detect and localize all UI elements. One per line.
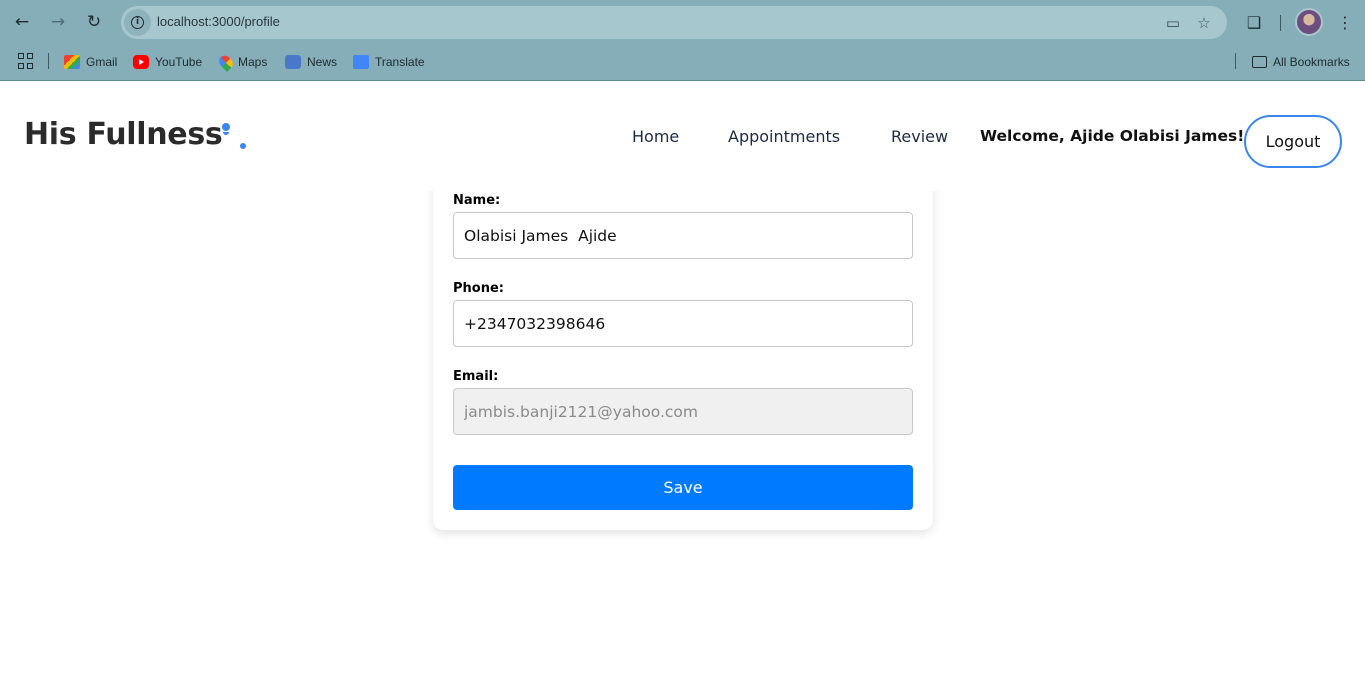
bookmark-label: News xyxy=(307,55,338,69)
menu-kebab-icon[interactable]: ⋮ xyxy=(1333,10,1357,34)
site-info-icon[interactable]: i xyxy=(124,9,151,36)
bookmark-translate[interactable]: Translate xyxy=(353,51,425,73)
all-bookmarks-label: All Bookmarks xyxy=(1273,55,1350,69)
save-button[interactable]: Save xyxy=(453,465,913,510)
bookmark-gmail[interactable]: Gmail xyxy=(64,51,117,73)
brand-dot-icon xyxy=(240,143,246,149)
bookmark-label: Maps xyxy=(238,55,268,69)
bookmark-label: Translate xyxy=(375,55,425,69)
youtube-icon xyxy=(133,55,149,69)
toolbar-divider xyxy=(1280,15,1281,31)
email-label: Email: xyxy=(453,369,499,384)
bookmark-label: YouTube xyxy=(155,55,203,69)
name-label: Name: xyxy=(453,193,501,208)
apps-grid-icon[interactable] xyxy=(18,53,34,69)
reload-icon[interactable]: ↻ xyxy=(81,9,107,35)
address-bar-url[interactable]: localhost:3000/profile xyxy=(157,14,280,29)
translate-icon xyxy=(353,55,369,69)
brand-dot-icon xyxy=(222,123,230,131)
maps-icon xyxy=(216,52,236,72)
install-app-icon[interactable]: ▭ xyxy=(1162,12,1184,34)
nav-home[interactable]: Home xyxy=(632,127,679,146)
name-field[interactable] xyxy=(453,212,913,259)
extensions-icon[interactable]: ❑ xyxy=(1242,10,1266,34)
logout-button[interactable]: Logout xyxy=(1244,115,1342,168)
phone-field[interactable] xyxy=(453,300,913,347)
forward-icon[interactable]: → xyxy=(45,9,71,35)
profile-avatar[interactable] xyxy=(1295,8,1323,36)
nav-appointments[interactable]: Appointments xyxy=(728,127,840,146)
brand-logo-text[interactable]: His Fullness xyxy=(24,117,223,152)
news-icon xyxy=(285,55,301,69)
brand-dot-icon xyxy=(223,132,229,135)
welcome-message: Welcome, Ajide Olabisi James! xyxy=(980,127,1245,145)
bookmark-label: Gmail xyxy=(86,55,118,69)
bookmark-news[interactable]: News xyxy=(285,51,337,73)
gmail-icon xyxy=(64,55,80,69)
back-icon[interactable]: ← xyxy=(9,9,35,35)
nav-review[interactable]: Review xyxy=(891,127,948,146)
bookmarks-divider xyxy=(1235,53,1236,69)
bookmarks-bar: Gmail YouTube Maps News Translate All Bo… xyxy=(0,44,1365,81)
all-bookmarks[interactable]: All Bookmarks xyxy=(1252,51,1350,73)
bookmarks-divider xyxy=(48,53,49,69)
bookmark-maps[interactable]: Maps xyxy=(216,51,268,73)
address-bar[interactable]: i localhost:3000/profile ▭ ☆ xyxy=(121,6,1227,39)
bookmark-youtube[interactable]: YouTube xyxy=(133,51,202,73)
browser-toolbar: ← → ↻ i localhost:3000/profile ▭ ☆ ❑ ⋮ xyxy=(0,0,1365,44)
phone-label: Phone: xyxy=(453,281,504,296)
folder-icon xyxy=(1252,56,1267,68)
email-field xyxy=(453,388,913,435)
bookmark-star-icon[interactable]: ☆ xyxy=(1193,12,1215,34)
site-header: His Fullness Home Appointments Review We… xyxy=(0,81,1365,191)
